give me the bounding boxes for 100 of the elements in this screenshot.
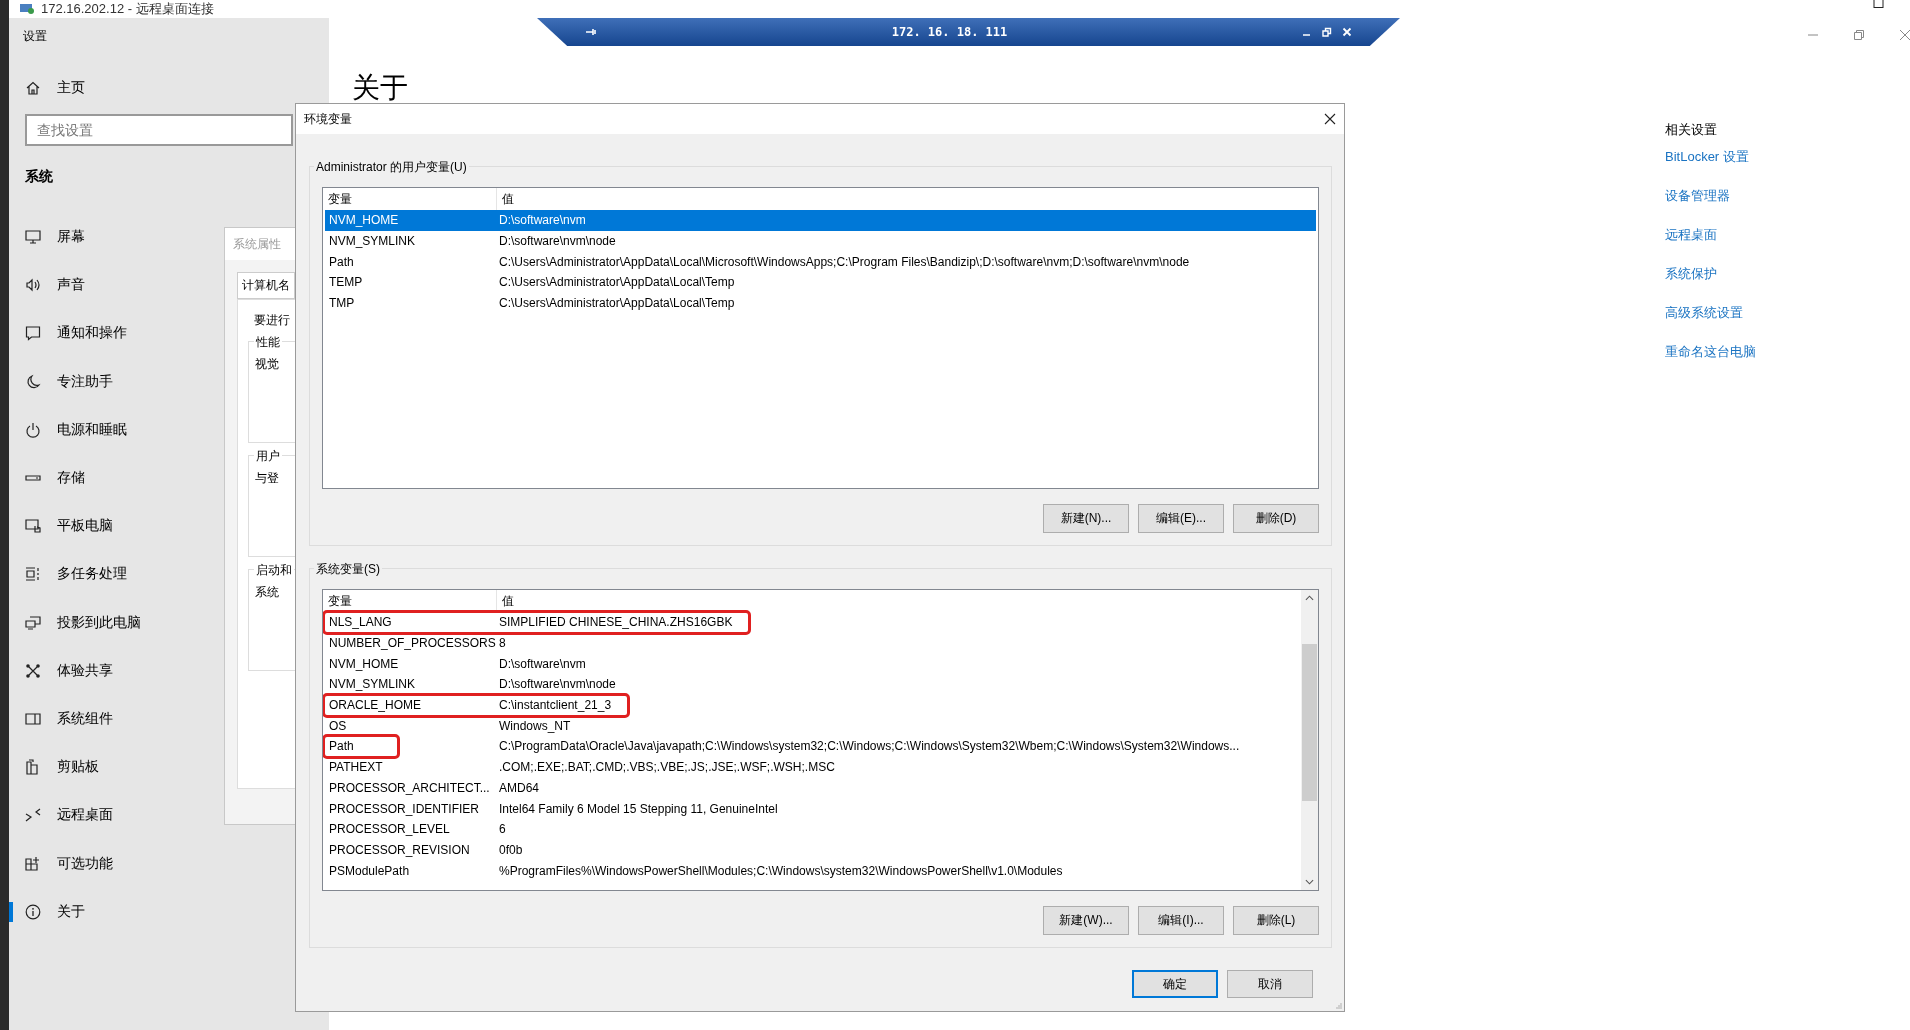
nav-item[interactable]: 投影到此电脑 [9, 598, 195, 647]
table-cell-text: Path [328, 738, 354, 756]
ok-button[interactable]: 确定 [1132, 970, 1218, 998]
nav-item[interactable]: 系统组件 [9, 694, 195, 744]
nav-item[interactable]: 电源和睡眠 [9, 405, 195, 454]
dialog-button[interactable]: 新建(W)... [1043, 906, 1129, 935]
dialog-button[interactable]: 编辑(I)... [1138, 906, 1224, 935]
nav-item[interactable]: 体验共享 [9, 646, 195, 695]
nav-item[interactable]: 声音 [9, 261, 195, 310]
table-cell-text: 8 [498, 635, 506, 653]
nav-item[interactable]: 专注助手 [9, 357, 195, 406]
table-row[interactable]: NVM_HOME D:\software\nvm [325, 653, 1299, 675]
table-cell-text: SIMPLIFIED CHINESE_CHINA.ZHS16GBK [498, 614, 733, 632]
table-cell-text: NLS_LANG [328, 614, 393, 632]
nav-item[interactable]: 存储 [9, 453, 195, 503]
table-cell-text: C:\ProgramData\Oracle\Java\javapath;C:\Windows\system32;C:\Windows;C:\Windows\System32\Wbem;C:\Windows\System32\Windows... [498, 738, 1240, 756]
table-row[interactable]: PATHEXT .COM;.EXE;.BAT;.CMD;.VBS;.VBE;.JS;.JSE;.WSF;.WSH;.MSC [325, 756, 1299, 778]
dialog-button[interactable]: 删除(L) [1233, 906, 1319, 935]
settings-link[interactable]: 远程桌面 [1665, 225, 1717, 245]
table-cell-text: C:\Users\Administrator\AppData\Local\Temp [498, 274, 735, 292]
pin-icon[interactable] [585, 27, 597, 37]
description-text: 与登 [255, 470, 279, 487]
table-row[interactable]: NLS_LANG SIMPLIFIED CHINESE_CHINA.ZHS16GBK [325, 612, 1299, 633]
resize-grip-icon[interactable] [1334, 1001, 1342, 1009]
table-cell-text: NVM_SYMLINK [328, 676, 417, 694]
power-icon [25, 421, 41, 438]
nav-item[interactable]: 剪贴板 [9, 743, 195, 792]
table-row[interactable]: NVM_HOME D:\software\nvm [325, 210, 1316, 231]
nav-item[interactable]: 通知和操作 [9, 309, 195, 358]
scroll-down-icon[interactable] [1305, 879, 1314, 885]
table-row[interactable]: NUMBER_OF_PROCESSORS 8 [325, 632, 1299, 654]
column-header[interactable]: 值 [497, 590, 514, 612]
nav-item[interactable]: 多任务处理 [9, 550, 195, 599]
host-address: 172. 16. 18. 111 [891, 25, 1008, 39]
description-text: 系统 [255, 584, 279, 601]
cancel-button[interactable]: 取消 [1227, 970, 1313, 998]
nav-item[interactable]: 可选功能 [9, 839, 195, 888]
search-field[interactable]: 查找设置 [25, 114, 293, 146]
table-cell-text: 6 [498, 821, 506, 839]
table-row[interactable]: TEMP C:\Users\Administrator\AppData\Local\Temp [325, 272, 1316, 293]
dialog-button[interactable]: 删除(D) [1233, 504, 1319, 533]
table-row[interactable]: PROCESSOR_IDENTIFIER Intel64 Family 6 Model 15 Stepping 11, GenuineIntel [325, 798, 1299, 819]
table-cell-text: C:\Users\Administrator\AppData\Local\Microsoft\WindowsApps;C:\Program Files\Bandizip\;D:\software\nvm;D:\software\nvm\node [498, 253, 1190, 271]
projection-icon [25, 614, 41, 631]
nav-item[interactable]: 屏幕 [9, 213, 195, 262]
restore-icon[interactable] [1873, 0, 1884, 8]
column-header[interactable]: 值 [497, 188, 514, 210]
description-text: 视觉 [255, 356, 279, 373]
share-icon [25, 662, 41, 679]
table-row[interactable]: PROCESSOR_LEVEL 6 [325, 818, 1299, 840]
dialog-button[interactable]: 新建(N)... [1043, 504, 1129, 533]
tablet-icon [25, 518, 41, 535]
table-row[interactable]: NVM_SYMLINK D:\software\nvm\node [325, 674, 1299, 695]
computer-icon [19, 4, 35, 14]
home-link[interactable]: 主页 [25, 79, 85, 97]
table-cell-text: AMD64 [498, 779, 539, 797]
table-row[interactable]: PROCESSOR_ARCHITECT... AMD64 [325, 777, 1299, 799]
grid-plus-icon [25, 855, 41, 872]
column-header[interactable]: 变量 [323, 590, 497, 612]
group-label: 启动和 [254, 562, 294, 579]
table-row[interactable]: TMP C:\Users\Administrator\AppData\Local\Temp [325, 292, 1316, 314]
scroll-up-icon[interactable] [1305, 595, 1314, 601]
table-row[interactable]: OS Windows_NT [325, 715, 1299, 737]
settings-link[interactable]: BitLocker 设置 [1665, 147, 1749, 167]
dialog-button[interactable]: 编辑(E)... [1138, 504, 1224, 533]
panel-icon [25, 710, 41, 727]
home-icon [25, 80, 41, 96]
table-cell-text: Windows_NT [498, 717, 571, 735]
info-icon [25, 903, 41, 920]
table-cell-text: D:\software\nvm\node [498, 233, 616, 251]
table-cell-text: PROCESSOR_ARCHITECT... [328, 779, 491, 797]
scrollbar[interactable] [1301, 590, 1318, 890]
moon-icon [25, 373, 41, 390]
nav-item[interactable]: 远程桌面 [9, 791, 195, 840]
table-cell-text: NUMBER_OF_PROCESSORS [328, 635, 495, 653]
table-cell-text: TMP [328, 295, 356, 313]
table-cell-text: OS [328, 717, 348, 735]
table-cell-text: 0f0b [498, 841, 523, 859]
table-row[interactable]: Path C:\ProgramData\Oracle\Java\javapath;C:\Windows\system32;C:\Windows;C:\Windows\System32\Wbem;C:\Windows\System32\Windows... [325, 736, 1299, 757]
table-cell-text: PROCESSOR_REVISION [328, 841, 471, 859]
monitor-icon [25, 229, 41, 246]
app-title: 设置 [23, 28, 48, 45]
page-heading: 关于 [352, 72, 408, 104]
settings-link[interactable]: 设备管理器 [1665, 186, 1730, 206]
table-cell-text: .COM;.EXE;.BAT;.CMD;.VBS;.VBE;.JS;.JSE;.WSF;.WSH;.MSC [498, 759, 835, 777]
settings-link[interactable]: 重命名这台电脑 [1665, 342, 1756, 362]
settings-link[interactable]: 高级系统设置 [1665, 303, 1743, 323]
table-cell-text: PSModulePath [328, 862, 411, 880]
section-heading: 系统 [25, 168, 53, 186]
table-row[interactable]: ORACLE_HOME C:\instantclient_21_3 [325, 694, 1299, 716]
nav-item[interactable]: 平板电脑 [9, 502, 195, 551]
table-cell-text: %ProgramFiles%\WindowsPowerShell\Modules;C:\Windows\system32\WindowsPowerShell\v1.0\Modules [498, 862, 1063, 880]
tab[interactable]: 计算机名 [237, 272, 295, 299]
settings-link[interactable]: 系统保护 [1665, 264, 1717, 284]
table-row[interactable]: PSModulePath %ProgramFiles%\WindowsPowerShell\Modules;C:\Windows\system32\WindowsPowerShell\v1.0\Modules [325, 860, 1299, 881]
window-title: 环境变量 [304, 110, 352, 128]
table-row[interactable]: PROCESSOR_REVISION 0f0b [325, 839, 1299, 861]
description-text: 要进行 [254, 312, 290, 329]
close-icon[interactable] [1324, 113, 1336, 125]
table-cell-text: PROCESSOR_LEVEL [328, 821, 451, 839]
